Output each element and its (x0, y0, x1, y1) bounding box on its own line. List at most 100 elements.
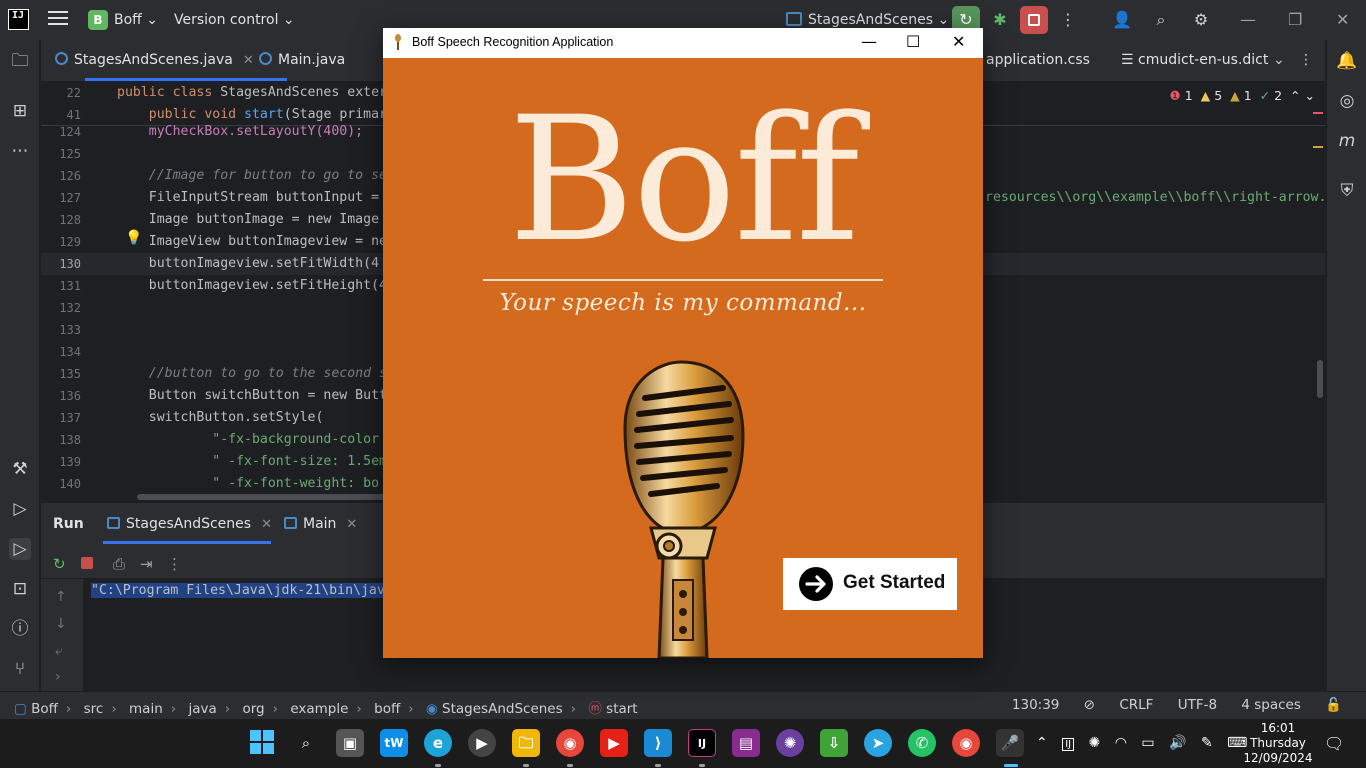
wifi-icon[interactable]: ◠ (1115, 735, 1127, 751)
network-icon[interactable]: ▭ (1141, 735, 1154, 751)
debug-icon[interactable]: ✱ (986, 6, 1014, 34)
task-view-icon[interactable]: ▣ (336, 729, 364, 757)
stop-icon[interactable] (81, 555, 93, 573)
horizontal-scrollbar[interactable] (137, 494, 397, 500)
tabs-more-icon[interactable]: ⋮ (1299, 52, 1313, 68)
no-inspection-icon[interactable]: ⊘ (1084, 697, 1095, 713)
breadcrumb-item[interactable]: StagesAndScenes (442, 701, 563, 717)
clock[interactable]: 16:01 Thursday 12/09/2024 (1236, 721, 1320, 766)
close-icon[interactable]: ✕ (952, 32, 965, 51)
search-icon[interactable]: ⌕ (1147, 6, 1175, 34)
lock-icon[interactable]: 🔓 (1325, 697, 1342, 713)
line-separator[interactable]: CRLF (1119, 697, 1153, 713)
run-tool-icon[interactable]: ▷ (9, 538, 31, 560)
breadcrumb-item[interactable]: start (606, 701, 637, 717)
more-icon[interactable]: ⋮ (167, 555, 182, 573)
build-hammer-icon[interactable]: ⚒ (9, 458, 31, 480)
chrome-icon[interactable]: ◉ (556, 729, 584, 757)
chevron-up-icon[interactable]: ⌃ (1036, 735, 1048, 751)
app-titlebar[interactable]: Boff Speech Recognition Application — ☐ … (383, 28, 983, 58)
search-icon[interactable]: ⌕ (292, 729, 320, 757)
main-menu-button[interactable] (48, 11, 68, 29)
expand-icon[interactable]: › (55, 669, 61, 685)
pen-icon[interactable]: ✎ (1201, 735, 1213, 751)
file-explorer-icon[interactable]: 🗀 (512, 729, 540, 757)
close-tab-icon[interactable]: ✕ (346, 517, 357, 532)
media-player-icon[interactable]: ▶ (468, 729, 496, 757)
notification-icon[interactable]: 🗨 (1324, 734, 1344, 753)
more-tools-icon[interactable]: ⋯ (9, 140, 31, 162)
brain-app-icon[interactable]: ✺ (776, 729, 804, 757)
chevron-up-icon[interactable]: ⌃ (1290, 88, 1300, 103)
scroll-down-icon[interactable]: ↓ (55, 616, 67, 632)
warning-stripe-marker[interactable] (1313, 146, 1323, 148)
edge-icon[interactable]: e (424, 729, 452, 757)
download-manager-icon[interactable]: ⇩ (820, 729, 848, 757)
rerun-icon[interactable]: ↻ (53, 555, 66, 573)
project-folder-icon[interactable]: 🗀 (9, 50, 31, 72)
code-with-me-icon[interactable]: 👤 (1108, 6, 1136, 34)
run-tab-stages-and-scenes[interactable]: StagesAndScenes ✕ (107, 516, 272, 532)
stop-button[interactable] (1020, 6, 1048, 34)
scroll-up-icon[interactable]: ↑ (55, 589, 67, 605)
soft-wrap-icon[interactable]: ⤶ (55, 643, 63, 659)
breadcrumb-item[interactable]: main (129, 701, 163, 717)
close-tab-icon[interactable]: ✕ (261, 517, 272, 532)
problems-icon[interactable]: ⓘ (9, 618, 31, 640)
version-control-widget[interactable]: Version control ⌄ (174, 12, 295, 28)
close-tab-icon[interactable]: ✕ (243, 53, 254, 68)
close-icon[interactable]: ✕ (1336, 10, 1349, 29)
run-config-selector[interactable]: StagesAndScenes ⌄ (786, 12, 949, 28)
breadcrumb-item[interactable]: src (84, 701, 104, 717)
chevron-down-icon[interactable]: ⌄ (1305, 88, 1315, 103)
teamviewer-icon[interactable]: tW (380, 729, 408, 757)
minimize-icon[interactable]: — (1240, 10, 1256, 29)
breadcrumb-item[interactable]: org (242, 701, 264, 717)
tab-stages-and-scenes[interactable]: StagesAndScenes.java ✕ (55, 52, 254, 68)
exit-icon[interactable]: ⇥ (140, 555, 153, 573)
chrome-icon[interactable]: ◉ (952, 729, 980, 757)
tray-intellij-icon[interactable]: IJ (1062, 738, 1075, 751)
tab-cmudict[interactable]: ☰ cmudict-en-us.dict (1121, 52, 1268, 68)
more-actions-icon[interactable]: ⋮ (1054, 6, 1082, 34)
intellij-icon[interactable]: IJ (688, 729, 716, 757)
indent-setting[interactable]: 4 spaces (1241, 697, 1301, 713)
security-shield-icon[interactable]: ⛨ (1336, 180, 1358, 202)
java-app-icon[interactable]: 🎤 (996, 729, 1024, 757)
camera-icon[interactable]: ⎙ (113, 555, 125, 573)
volume-icon[interactable]: 🔊 (1169, 735, 1186, 751)
vscode-icon[interactable]: ⟩ (644, 729, 672, 757)
winrar-icon[interactable]: ▤ (732, 729, 760, 757)
minimize-icon[interactable]: — (861, 32, 877, 51)
ai-assistant-icon[interactable]: ◎ (1336, 90, 1358, 112)
intellij-logo-icon[interactable]: IJ (8, 9, 29, 30)
tabs-dropdown-icon[interactable]: ⌄ (1273, 52, 1285, 68)
services-icon[interactable]: ▷ (9, 498, 31, 520)
structure-icon[interactable]: ⊞ (9, 100, 31, 122)
run-tab-main[interactable]: Main ✕ (284, 516, 357, 532)
breadcrumb-item[interactable]: java (188, 701, 216, 717)
notifications-bell-icon[interactable]: 🔔 (1336, 50, 1358, 72)
settings-gear-icon[interactable]: ⚙ (1187, 6, 1215, 34)
breadcrumb-item[interactable]: example (290, 701, 348, 717)
whatsapp-icon[interactable]: ✆ (908, 729, 936, 757)
breadcrumb-item[interactable]: boff (374, 701, 400, 717)
project-badge[interactable]: B (88, 10, 108, 30)
tray-brain-icon[interactable]: ✺ (1089, 735, 1101, 751)
terminal-icon[interactable]: ⊡ (9, 578, 31, 600)
file-encoding[interactable]: UTF-8 (1178, 697, 1217, 713)
caret-position[interactable]: 130:39 (1012, 697, 1060, 713)
start-icon[interactable] (248, 729, 276, 757)
error-stripe-marker[interactable] (1313, 112, 1323, 114)
tab-application-css[interactable]: application.css (986, 52, 1090, 68)
get-started-button[interactable]: Get Started (783, 558, 957, 610)
tab-main[interactable]: Main.java (259, 52, 345, 68)
breadcrumb-item[interactable]: Boff (31, 701, 58, 717)
project-widget[interactable]: Boff ⌄ (114, 12, 158, 28)
inspection-widget[interactable]: ❶ 1 ▲ 5 ▲ 1 ✓ 2 ⌃ ⌄ (1170, 88, 1315, 103)
telegram-icon[interactable]: ➤ (864, 729, 892, 757)
vertical-scrollbar[interactable] (1317, 360, 1323, 398)
git-icon[interactable]: ⑂ (9, 658, 31, 680)
restore-icon[interactable]: ❐ (1288, 10, 1302, 29)
maven-icon[interactable]: m (1336, 130, 1358, 152)
